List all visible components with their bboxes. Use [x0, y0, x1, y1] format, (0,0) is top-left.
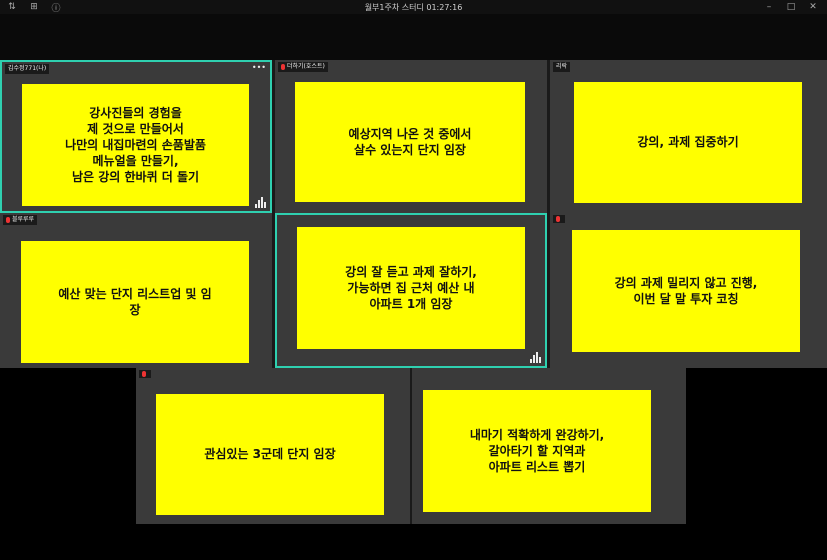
close-button[interactable]: ✕	[807, 2, 819, 12]
audio-level-icon	[255, 197, 266, 208]
audio-level-icon	[530, 352, 541, 363]
empty-area-right	[686, 368, 827, 560]
note-text: 강의 잘 듣고 과제 잘하기, 가능하면 집 근처 예산 내 아파트 1개 임장	[297, 227, 525, 349]
note-text: 내마기 적확하게 완강하기, 갈아타기 할 지역과 아파트 리스트 뽑기	[423, 390, 651, 512]
participant-name	[139, 370, 151, 378]
video-tile-5[interactable]: 강의 잘 듣고 과제 잘하기, 가능하면 집 근처 예산 내 아파트 1개 임장	[275, 213, 547, 368]
minimize-button[interactable]: –	[763, 2, 775, 12]
note-text: 강의 과제 밀리지 않고 진행, 이번 달 말 투자 코칭	[572, 230, 800, 352]
video-tile-4[interactable]: 블루루루 예산 맞는 단지 리스트업 및 임 장	[0, 213, 272, 368]
video-tile-7[interactable]: 관심있는 3군데 단지 임장	[136, 368, 410, 524]
video-tile-6[interactable]: 강의 과제 밀리지 않고 진행, 이번 달 말 투자 코칭	[550, 213, 827, 368]
empty-area-bottom	[136, 524, 686, 560]
top-spacer	[0, 14, 827, 60]
mic-muted-icon	[142, 371, 146, 377]
window-title: 월부1주차 스터디 01:27:16	[364, 2, 463, 12]
note-text: 강의, 과제 집중하기	[574, 82, 802, 203]
participant-name	[553, 215, 565, 223]
participant-name: 더하기(호스트)	[278, 62, 328, 72]
video-tile-3[interactable]: 리락 강의, 과제 집중하기	[550, 60, 827, 213]
empty-area-left	[0, 368, 136, 560]
note-text: 예상지역 나온 것 중에서 살수 있는지 단지 임장	[295, 82, 525, 202]
video-tile-8[interactable]: 내마기 적확하게 완강하기, 갈아타기 할 지역과 아파트 리스트 뽑기	[412, 368, 686, 524]
note-text: 강사진들의 경험을 제 것으로 만들어서 나만의 내집마련의 손품발품 메뉴얼을…	[22, 84, 249, 206]
mic-muted-icon	[6, 217, 10, 223]
maximize-button[interactable]: □	[785, 2, 797, 12]
swap-icon[interactable]: ⇅	[6, 2, 18, 12]
grid-view-icon[interactable]: ⊞	[28, 2, 40, 12]
participant-name: 리락	[553, 62, 571, 72]
info-icon[interactable]: ⓘ	[50, 1, 62, 14]
participant-name: 블루루루	[3, 215, 38, 225]
video-tile-2[interactable]: 더하기(호스트) 예상지역 나온 것 중에서 살수 있는지 단지 임장	[275, 60, 547, 213]
note-text: 관심있는 3군데 단지 임장	[156, 394, 384, 515]
more-options-icon[interactable]: •••	[252, 64, 266, 72]
title-bar: ⇅ ⊞ ⓘ 월부1주차 스터디 01:27:16 – □ ✕	[0, 0, 827, 14]
note-text: 예산 맞는 단지 리스트업 및 임 장	[21, 241, 249, 363]
mic-muted-icon	[281, 64, 285, 70]
participant-name: 김수정771(나)	[5, 64, 50, 74]
mic-muted-icon	[556, 216, 560, 222]
video-tile-1[interactable]: 김수정771(나) ••• 강사진들의 경험을 제 것으로 만들어서 나만의 내…	[0, 60, 272, 213]
